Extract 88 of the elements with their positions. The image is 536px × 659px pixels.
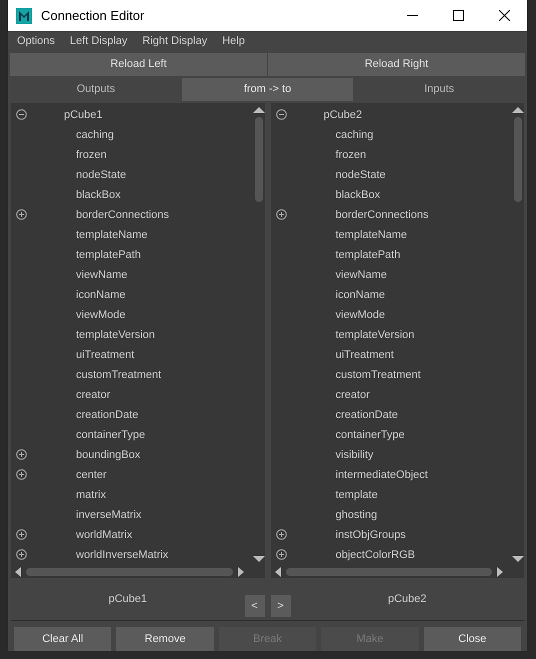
attribute-name[interactable]: nodeState <box>336 166 386 184</box>
attribute-name[interactable]: caching <box>336 126 374 144</box>
attribute-name[interactable]: borderConnections <box>336 206 428 224</box>
left-node-label: pCube1 <box>107 592 148 607</box>
attribute-name[interactable]: iconName <box>76 286 126 304</box>
expand-icon[interactable] <box>16 469 27 480</box>
scroll-up-icon[interactable] <box>512 104 524 115</box>
attribute-name[interactable]: uiTreatment <box>76 346 134 364</box>
scroll-up-icon[interactable] <box>252 104 264 115</box>
scroll-down-icon[interactable] <box>512 554 524 564</box>
reload-button[interactable]: Reload Right <box>268 52 525 76</box>
attribute-name[interactable]: iconName <box>336 286 386 304</box>
expand-icon[interactable] <box>276 549 286 560</box>
attribute-name[interactable]: templatePath <box>76 246 141 264</box>
attribute-name[interactable]: frozen <box>76 146 107 164</box>
node-name[interactable]: pCube2 <box>324 106 362 124</box>
attribute-name[interactable]: matrix <box>76 486 106 504</box>
scroll-left-icon[interactable] <box>272 567 282 578</box>
attribute-name[interactable]: viewName <box>336 266 387 284</box>
window-title: Connection Editor <box>41 6 144 25</box>
attribute-name[interactable]: worldInverseMatrix <box>76 546 168 564</box>
scroll-left-icon[interactable] <box>13 567 23 578</box>
scroll-right-icon[interactable] <box>236 567 246 578</box>
collapse-icon[interactable] <box>16 109 27 120</box>
scroll-thumb[interactable] <box>514 116 522 202</box>
tab[interactable]: Inputs <box>353 78 526 101</box>
menu-item[interactable]: Left Display <box>70 33 128 50</box>
menu-item[interactable]: Options <box>17 33 55 50</box>
attribute-name[interactable]: template <box>336 486 378 504</box>
scroll-thumb[interactable] <box>254 116 262 202</box>
expand-icon[interactable] <box>16 549 27 560</box>
attribute-name[interactable]: boundingBox <box>76 446 140 464</box>
expand-icon[interactable] <box>16 449 27 460</box>
attribute-name[interactable]: viewName <box>76 266 128 284</box>
right-node-label: pCube2 <box>386 592 428 607</box>
action-button[interactable]: Clear All <box>14 627 112 652</box>
maximize-icon <box>452 10 464 21</box>
expand-icon[interactable] <box>16 529 27 540</box>
scroll-thumb[interactable] <box>286 568 492 576</box>
expand-icon[interactable] <box>16 209 27 220</box>
attribute-name[interactable]: instObjGroups <box>336 526 406 544</box>
arrow-button[interactable]: < <box>244 595 264 618</box>
attribute-name[interactable]: templateName <box>336 226 408 244</box>
attribute-name[interactable]: templateVersion <box>336 326 414 344</box>
attribute-name[interactable]: templateName <box>76 226 148 244</box>
attribute-name[interactable]: creationDate <box>76 406 138 424</box>
attribute-name[interactable]: viewMode <box>336 306 386 324</box>
reload-button[interactable]: Reload Left <box>10 52 267 76</box>
action-button[interactable]: Remove <box>116 627 214 652</box>
arrow-button[interactable]: > <box>270 595 290 618</box>
attribute-name[interactable]: frozen <box>336 146 366 164</box>
attribute-name[interactable]: creationDate <box>336 406 398 424</box>
menu-item[interactable]: Help <box>222 33 245 50</box>
attribute-name[interactable]: containerType <box>336 426 405 444</box>
attribute-name[interactable]: nodeState <box>76 166 126 184</box>
scroll-down-icon[interactable] <box>252 554 264 564</box>
attribute-name[interactable]: intermediateObject <box>336 466 428 484</box>
expand-icon[interactable] <box>276 529 286 540</box>
attribute-name[interactable]: containerType <box>76 426 146 444</box>
close-icon <box>498 10 510 21</box>
attribute-name[interactable]: worldMatrix <box>76 526 132 544</box>
attribute-name[interactable]: blackBox <box>336 186 380 204</box>
attribute-name[interactable]: center <box>76 466 107 484</box>
attribute-name[interactable]: uiTreatment <box>336 346 394 364</box>
attribute-name[interactable]: blackBox <box>76 186 121 204</box>
attribute-name[interactable]: inverseMatrix <box>76 506 142 524</box>
scroll-right-icon[interactable] <box>495 567 505 578</box>
attribute-name[interactable]: ghosting <box>336 506 378 524</box>
tab[interactable]: Outputs <box>10 78 182 101</box>
attribute-name[interactable]: objectColorRGB <box>336 546 415 564</box>
menu-item[interactable]: Right Display <box>142 33 208 50</box>
attribute-name[interactable]: caching <box>76 126 114 144</box>
app-logo-icon <box>16 8 32 24</box>
attribute-name[interactable]: creator <box>76 386 110 404</box>
node-name[interactable]: pCube1 <box>64 106 103 124</box>
attribute-name[interactable]: borderConnections <box>76 206 169 224</box>
attribute-name[interactable]: visibility <box>336 446 374 464</box>
action-button[interactable]: Close <box>424 627 522 652</box>
attribute-name[interactable]: viewMode <box>76 306 126 324</box>
attribute-name[interactable]: creator <box>336 386 370 404</box>
tab[interactable]: from -> to <box>182 78 354 101</box>
attribute-name[interactable]: templatePath <box>336 246 400 264</box>
attribute-name[interactable]: customTreatment <box>76 366 162 384</box>
attribute-name[interactable]: customTreatment <box>336 366 421 384</box>
collapse-icon[interactable] <box>276 109 286 120</box>
attribute-name[interactable]: templateVersion <box>76 326 155 344</box>
scroll-thumb[interactable] <box>26 568 232 576</box>
expand-icon[interactable] <box>276 209 286 220</box>
